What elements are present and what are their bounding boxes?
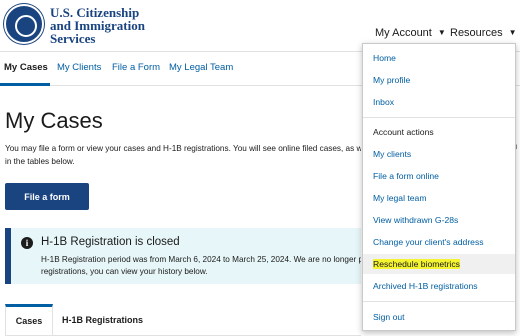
menu-item-inbox[interactable]: Inbox [363, 92, 515, 112]
menu-item-reschedule-biometrics[interactable]: Reschedule biometrics [363, 254, 515, 274]
menu-item-my-legal-team[interactable]: My legal team [363, 188, 515, 208]
page-title: My Cases [5, 108, 103, 133]
subnav-my-clients[interactable]: My Clients [57, 62, 101, 73]
agency-name-line3: Services [50, 31, 96, 46]
menu-heading-account-actions: Account actions [373, 127, 434, 137]
menu-item-sign-out[interactable]: Sign out [363, 307, 515, 327]
agency-name[interactable]: U.S. Citizenship and Immigration Service… [50, 6, 145, 45]
case-tabs: Cases H-1B Registrations [5, 304, 361, 336]
chevron-down-icon: ▼ [437, 28, 446, 37]
menu-divider [363, 301, 515, 302]
my-account-label: My Account [375, 27, 432, 39]
dhs-seal-logo[interactable] [4, 4, 44, 44]
subnav-file-a-form[interactable]: File a Form [112, 62, 160, 73]
subnav-my-cases[interactable]: My Cases [4, 62, 48, 73]
alert-body: H-1B Registration period was from March … [41, 254, 361, 277]
file-a-form-button[interactable]: File a form [5, 183, 89, 210]
menu-item-file-a-form-online[interactable]: File a form online [363, 166, 515, 186]
tab-cases[interactable]: Cases [5, 304, 53, 335]
active-tab-indicator [0, 83, 50, 86]
intro-text: You may file a form or view your cases a… [5, 142, 361, 168]
menu-item-archived-h1b-registrations[interactable]: Archived H-1B registrations [363, 276, 515, 296]
menu-item-my-clients[interactable]: My clients [363, 144, 515, 164]
menu-divider [363, 117, 515, 118]
chevron-down-icon: ▼ [508, 28, 517, 37]
info-icon: i [21, 237, 33, 249]
info-alert: i H-1B Registration is closed H-1B Regis… [5, 228, 361, 284]
menu-item-my-profile[interactable]: My profile [363, 70, 515, 90]
resources-menu[interactable]: Resources ▼ [450, 27, 517, 39]
menu-item-home[interactable]: Home [363, 48, 515, 68]
menu-item-view-withdrawn-g28s[interactable]: View withdrawn G-28s [363, 210, 515, 230]
intro-line1: You may file a form or view your cases a… [5, 144, 361, 153]
my-account-menu[interactable]: My Account ▼ [375, 27, 446, 39]
alert-title: H-1B Registration is closed [41, 236, 180, 248]
highlighted-label: Reschedule biometrics [373, 259, 460, 269]
alert-body-line2: registrations, you can view your history… [41, 266, 208, 276]
subnav-my-legal-team[interactable]: My Legal Team [169, 62, 233, 73]
intro-line2: in the tables below. [5, 157, 75, 166]
tab-h1b-registrations[interactable]: H-1B Registrations [62, 304, 143, 335]
resources-label: Resources [450, 27, 503, 39]
my-account-dropdown: Home My profile Inbox Account actions My… [362, 43, 516, 331]
alert-body-line1: H-1B Registration period was from March … [41, 255, 361, 264]
menu-item-change-client-address[interactable]: Change your client's address [363, 232, 515, 252]
